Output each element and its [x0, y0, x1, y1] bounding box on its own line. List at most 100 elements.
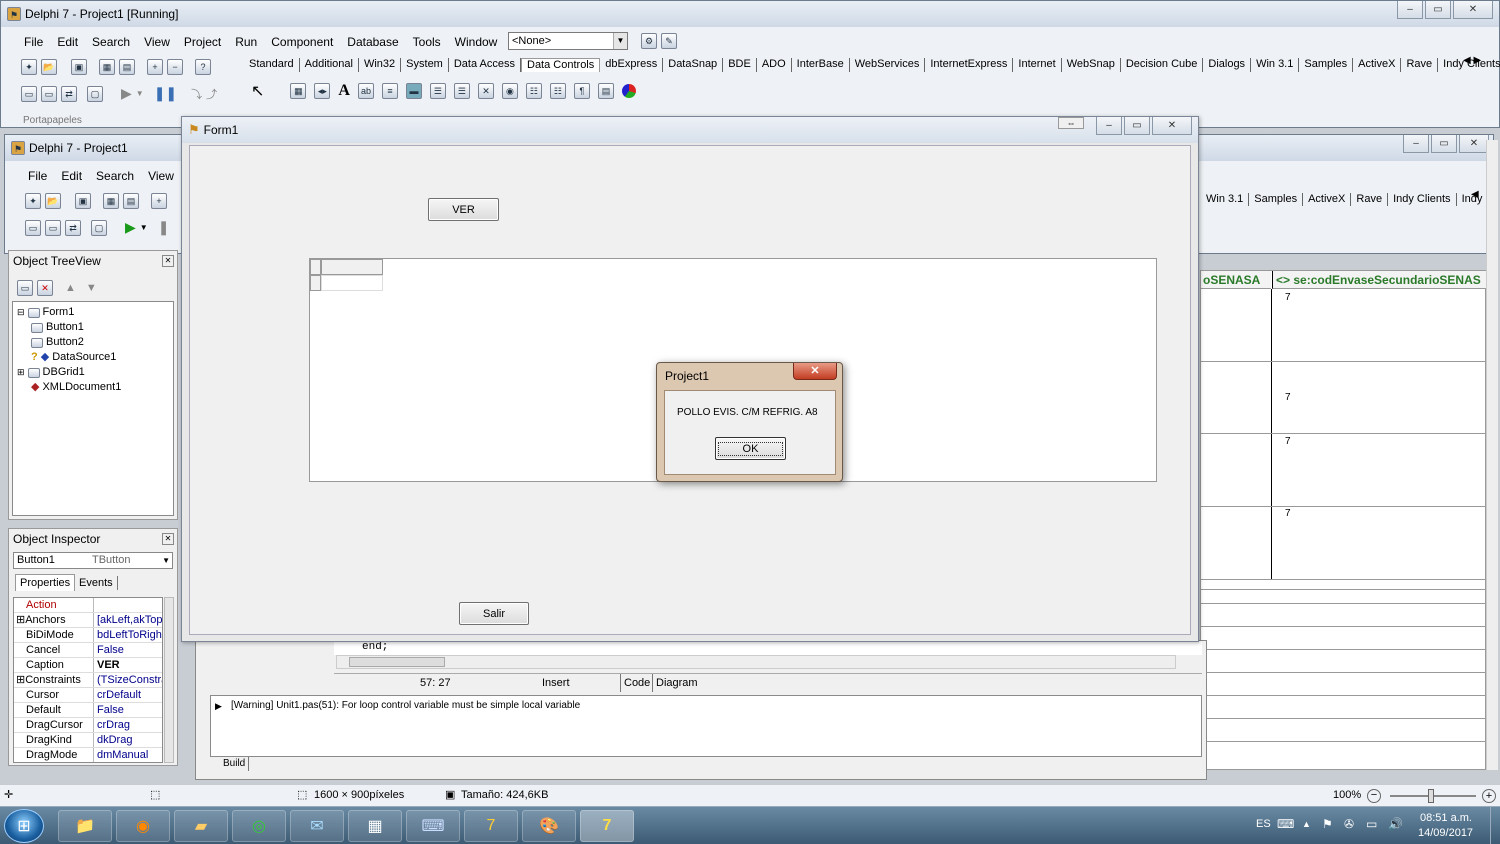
salir-button[interactable]: Salir — [459, 602, 529, 625]
property-row[interactable]: DragMode dmManual — [14, 748, 162, 762]
menu-search[interactable]: Search — [85, 33, 137, 51]
toggle-form-unit-icon[interactable]: ⇄ — [61, 85, 77, 102]
folder-taskbar-icon[interactable]: ▰ — [174, 810, 228, 842]
editor-h-scrollbar[interactable] — [336, 655, 1176, 669]
palette-tab-data-controls[interactable]: Data Controls — [521, 58, 601, 72]
view-form-icon[interactable]: ▭ — [41, 85, 57, 102]
open-icon[interactable]: 📂 — [45, 193, 61, 209]
delphi-taskbar-icon[interactable]: 7 — [464, 810, 518, 842]
property-row[interactable]: Cursor crDefault — [14, 688, 162, 703]
remove-file-icon[interactable]: − — [167, 59, 183, 75]
delphi-running-taskbar-icon[interactable]: 7 — [580, 810, 634, 842]
view-unit-icon[interactable]: ▭ — [25, 219, 41, 236]
dbradiogroup-icon[interactable]: ◉ — [501, 83, 518, 99]
property-value[interactable]: dkDrag — [94, 733, 162, 747]
zoom-in-icon[interactable]: + — [1482, 789, 1496, 803]
property-row[interactable]: Caption VER — [14, 658, 162, 673]
dbgrid-icon[interactable]: ▦ — [290, 83, 307, 99]
inspector-scrollbar[interactable] — [164, 597, 174, 763]
pause-icon[interactable]: ❚❚ — [154, 85, 177, 102]
move-icon[interactable]: ✛ — [4, 785, 13, 806]
chevron-down-icon[interactable]: ▼ — [613, 33, 627, 49]
palette-tab-samples[interactable]: Samples — [1249, 193, 1304, 206]
palette-tab-rave[interactable]: Rave — [1401, 58, 1439, 72]
vertical-scrollbar[interactable] — [1486, 140, 1498, 770]
menu-file[interactable]: File — [17, 33, 50, 51]
menu-file[interactable]: File — [21, 167, 54, 185]
open-project-icon[interactable]: ▤ — [123, 193, 139, 209]
object-selector-combo[interactable]: Button1 TButton ▼ — [13, 552, 173, 569]
grid-data-cell[interactable] — [321, 275, 383, 291]
palette-tab-dialogs[interactable]: Dialogs — [1203, 58, 1252, 72]
close-icon[interactable]: ✕ — [162, 533, 174, 545]
trace-into-icon[interactable]: ⤵ — [191, 86, 202, 102]
new-form-icon[interactable]: ▢ — [91, 219, 107, 236]
save-all-icon[interactable]: ▦ — [99, 59, 115, 75]
dbctrlgrid-icon[interactable]: ▤ — [597, 83, 614, 99]
new-form-icon[interactable]: ▢ — [87, 85, 103, 102]
property-value[interactable]: False — [94, 703, 162, 717]
network-icon[interactable]: ▭ — [1366, 817, 1377, 831]
step-over-icon[interactable]: ⤴ — [206, 86, 217, 102]
save-all-icon[interactable]: ▦ — [103, 193, 119, 209]
maximize-icon[interactable]: ▭ — [1124, 117, 1150, 135]
selection-icon[interactable]: ⬚ — [150, 785, 160, 806]
property-row[interactable]: DragKind dkDrag — [14, 733, 162, 748]
dbmemo-icon[interactable]: ≡ — [381, 83, 398, 99]
palette-tab-win-3-1[interactable]: Win 3.1 — [1201, 193, 1250, 206]
dblookupcombobox-icon[interactable]: ☷ — [549, 83, 566, 99]
palette-tab-rave[interactable]: Rave — [1351, 193, 1389, 206]
property-row[interactable]: DragCursor crDrag — [14, 718, 162, 733]
dbcheckbox-icon[interactable]: ✕ — [477, 83, 494, 99]
property-row[interactable]: ⊞Anchors [akLeft,akTop — [14, 613, 162, 628]
palette-tab-data-access[interactable]: Data Access — [449, 58, 521, 72]
restore-arrows-icon[interactable]: ⇔ — [1058, 117, 1084, 129]
open-icon[interactable]: 📂 — [41, 59, 57, 75]
run-icon[interactable]: ▶ — [125, 219, 136, 236]
menu-view[interactable]: View — [137, 33, 177, 51]
palette-tab-websnap[interactable]: WebSnap — [1062, 58, 1121, 72]
menu-tools[interactable]: Tools — [406, 33, 448, 51]
run-dropdown-icon[interactable]: ▼ — [140, 223, 148, 232]
close-icon[interactable]: ✕ — [1453, 1, 1493, 19]
palette-scroll-arrows[interactable]: ◀ ▶ — [1463, 55, 1481, 66]
explorer-taskbar-icon[interactable]: 📁 — [58, 810, 112, 842]
pause-icon[interactable]: ❚ — [158, 219, 170, 236]
dbcombobox-icon[interactable]: ☰ — [453, 83, 470, 99]
help-icon[interactable]: ? — [195, 59, 211, 75]
app-tray-icon[interactable]: ✇ — [1344, 817, 1354, 831]
ok-button[interactable]: OK — [715, 437, 786, 460]
palette-tab-activex[interactable]: ActiveX — [1303, 193, 1352, 206]
chevron-down-icon[interactable]: ▼ — [162, 553, 170, 568]
show-desktop-button[interactable] — [1490, 807, 1500, 844]
property-value[interactable]: crDrag — [94, 718, 162, 732]
language-indicator[interactable]: ES — [1256, 818, 1271, 830]
desktop-combo[interactable]: <None> ▼ — [508, 32, 628, 50]
chrome-taskbar-icon[interactable]: ◎ — [232, 810, 286, 842]
thunderbird-taskbar-icon[interactable]: ✉ — [290, 810, 344, 842]
palette-tab-internetexpress[interactable]: InternetExpress — [925, 58, 1014, 72]
inspector-tab-events[interactable]: Events — [75, 576, 118, 590]
property-value[interactable]: VER — [94, 658, 162, 672]
menu-project[interactable]: Project — [177, 33, 228, 51]
new-folder-icon[interactable]: ▭ — [17, 280, 33, 296]
menu-edit[interactable]: Edit — [50, 33, 85, 51]
palette-tab-additional[interactable]: Additional — [300, 58, 359, 72]
palette-tab-interbase[interactable]: InterBase — [792, 58, 850, 72]
property-row[interactable]: Default False — [14, 703, 162, 718]
network-taskbar-icon[interactable]: ⌨ — [406, 810, 460, 842]
expand-arrow-icon[interactable]: ▶ — [215, 701, 222, 712]
menu-run[interactable]: Run — [228, 33, 264, 51]
view-unit-icon[interactable]: ▭ — [21, 85, 37, 102]
close-icon[interactable]: ✕ — [162, 255, 174, 267]
warning-message[interactable]: [Warning] Unit1.pas(51): For loop contro… — [231, 700, 580, 711]
tree-item-form1[interactable]: ⊟ Form1 — [17, 305, 169, 320]
maximize-icon[interactable]: ▭ — [1425, 1, 1451, 19]
menu-window[interactable]: Window — [448, 33, 505, 51]
palette-tab-win32[interactable]: Win32 — [359, 58, 402, 72]
view-form-icon[interactable]: ▭ — [45, 219, 61, 236]
pointer-icon[interactable]: ↖ — [251, 81, 264, 101]
show-hidden-icons-icon[interactable]: ▲ — [1302, 819, 1311, 829]
tree-item-button2[interactable]: Button2 — [17, 335, 169, 350]
toggle-form-unit-icon[interactable]: ⇄ — [65, 219, 81, 236]
